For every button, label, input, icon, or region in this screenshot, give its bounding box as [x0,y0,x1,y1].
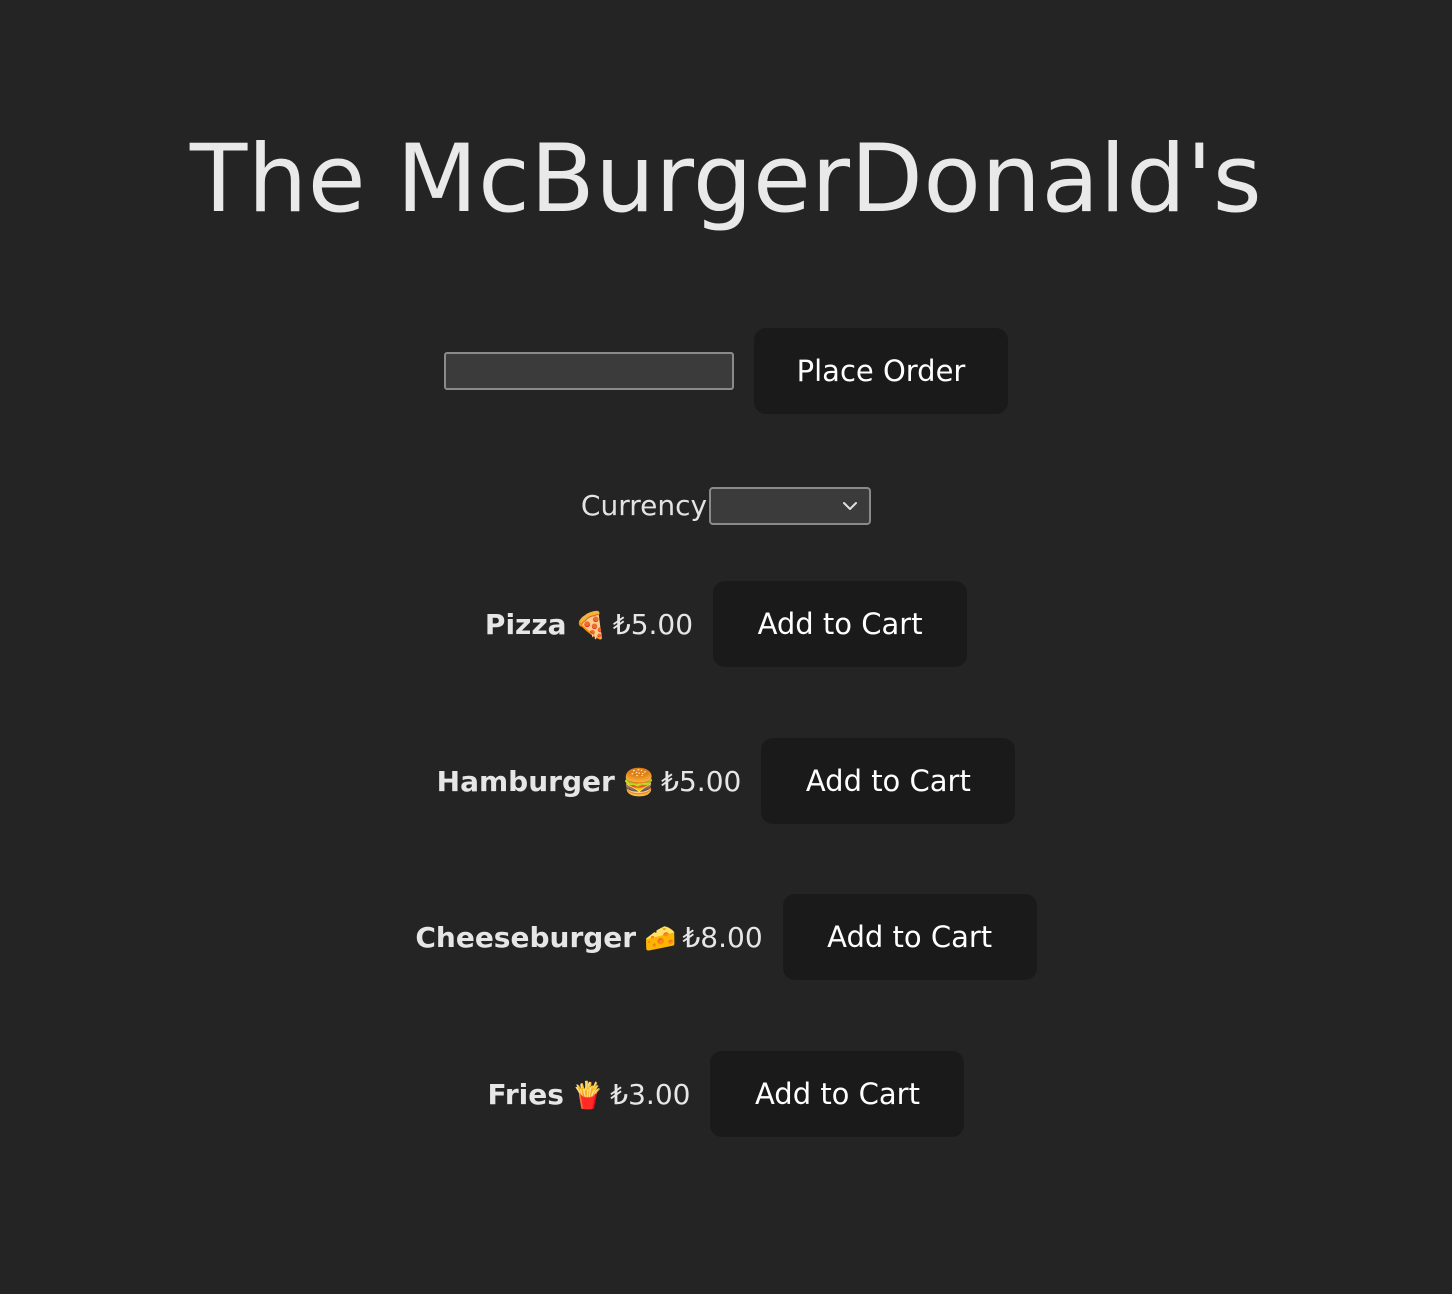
chevron-down-icon [843,502,858,510]
menu-item-fries: Fries 🍟 ₺3.00 Add to Cart [0,1051,1452,1137]
pizza-icon: 🍕 [574,610,607,641]
currency-selector: Currency [0,487,1452,525]
menu-item-text: Hamburger 🍔 ₺5.00 [437,765,742,798]
add-to-cart-button-cheeseburger[interactable]: Add to Cart [782,894,1037,980]
menu-item-price: ₺8.00 [682,920,763,954]
page: The McBurgerDonald's Place Order Currenc… [0,0,1452,1294]
order-form: Place Order [0,328,1452,414]
menu-item-name: Hamburger [436,764,615,798]
menu-item-price: ₺5.00 [661,764,742,798]
place-order-button[interactable]: Place Order [754,328,1008,414]
menu-item-text: Pizza 🍕 ₺5.00 [485,608,693,641]
currency-select[interactable] [709,487,872,525]
menu-item-price: ₺3.00 [610,1077,691,1111]
menu-item-name: Fries [487,1077,564,1111]
menu-item-name: Pizza [484,607,567,641]
cheese-icon: 🧀 [644,923,677,954]
menu-item-cheeseburger: Cheeseburger 🧀 ₺8.00 Add to Cart [0,894,1452,980]
hamburger-icon: 🍔 [622,767,656,798]
menu-item-name: Cheeseburger [415,920,637,954]
fries-icon: 🍟 [571,1080,605,1111]
menu-item-hamburger: Hamburger 🍔 ₺5.00 Add to Cart [0,738,1452,824]
add-to-cart-button-pizza[interactable]: Add to Cart [713,581,968,667]
menu-item-pizza: Pizza 🍕 ₺5.00 Add to Cart [0,581,1452,667]
add-to-cart-button-fries[interactable]: Add to Cart [710,1051,965,1137]
page-title: The McBurgerDonald's [189,125,1263,234]
menu-item-text: Cheeseburger 🧀 ₺8.00 [415,921,762,954]
order-input[interactable] [444,352,734,390]
menu-item-price: ₺5.00 [612,607,694,641]
add-to-cart-button-hamburger[interactable]: Add to Cart [761,738,1016,824]
currency-label: Currency [580,489,708,522]
menu-item-text: Fries 🍟 ₺3.00 [488,1078,691,1111]
